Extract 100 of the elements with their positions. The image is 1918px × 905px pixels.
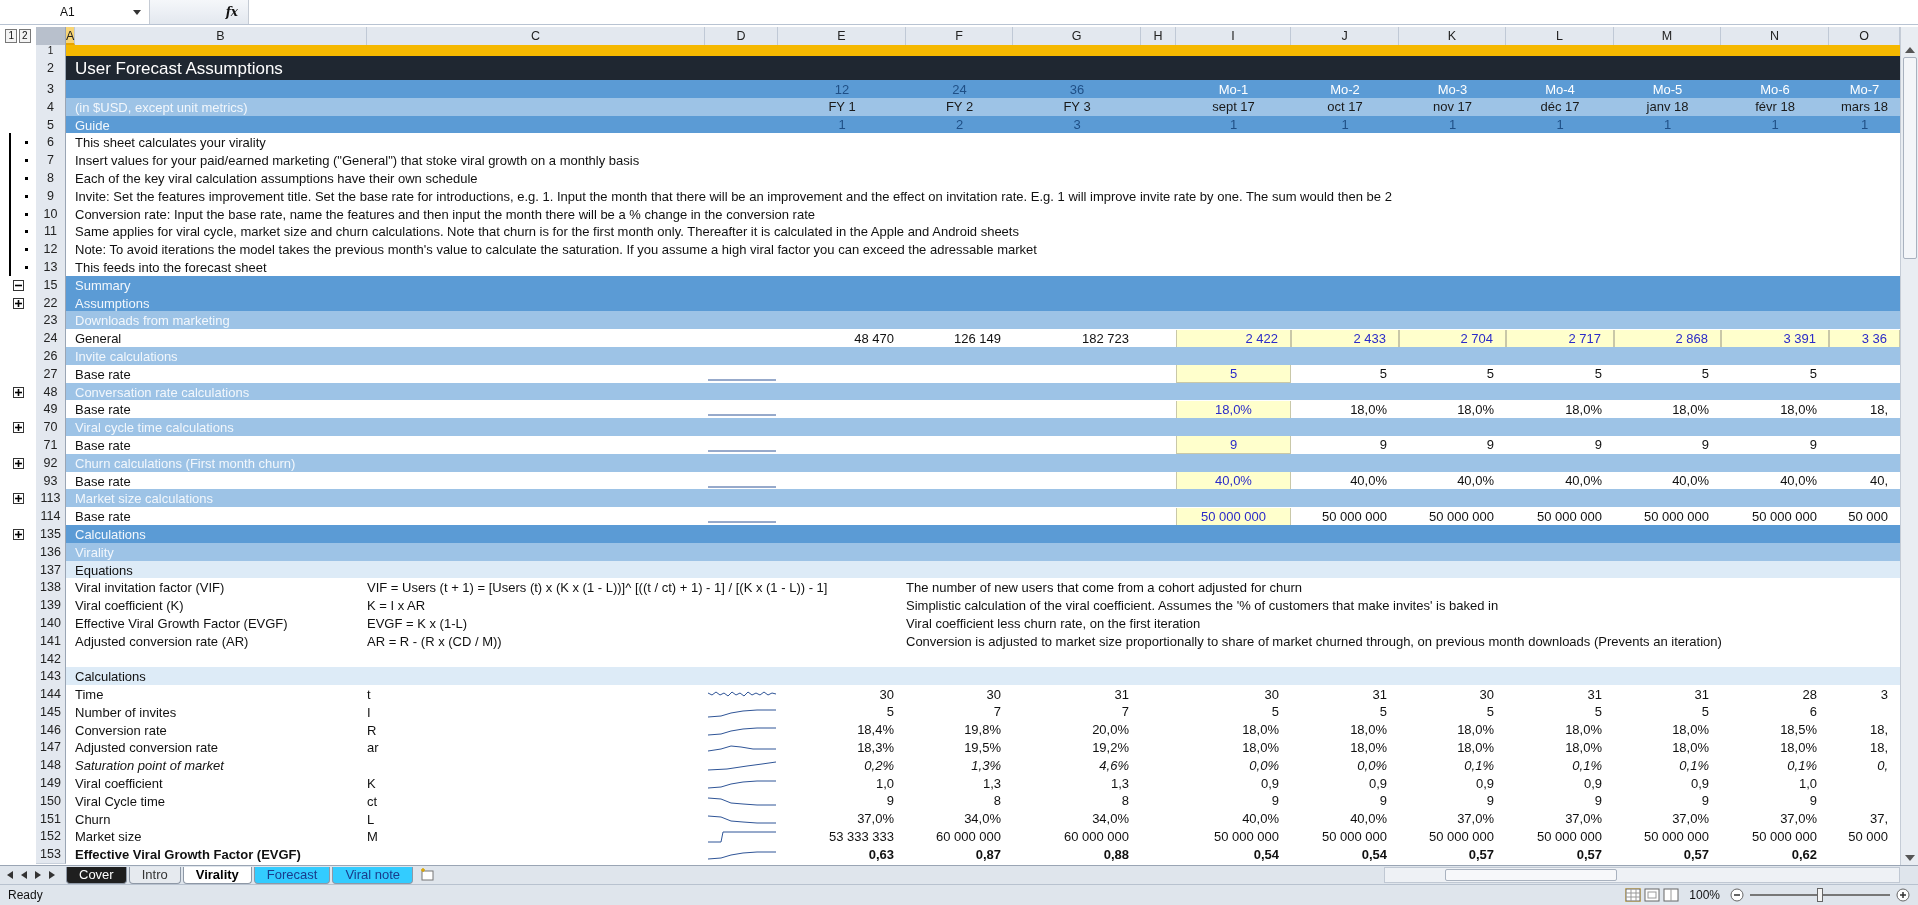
table-cell-text: 19,5% bbox=[963, 739, 1002, 757]
table-cell-text: 7 bbox=[992, 703, 1002, 722]
table-cell-text: 31 bbox=[1586, 685, 1603, 704]
dropdown-caret-icon[interactable] bbox=[133, 9, 141, 15]
table-cell-text: 34,0% bbox=[1091, 810, 1130, 829]
table-cell-text: 40,0% bbox=[1349, 472, 1388, 491]
table-cell-text: 1 bbox=[1859, 116, 1870, 135]
section-title: Virality bbox=[75, 544, 115, 560]
expand-button[interactable] bbox=[12, 528, 24, 540]
table-cell-text: 30 bbox=[878, 685, 895, 704]
table-cell-text: 18,0% bbox=[1671, 721, 1710, 740]
expand-button[interactable] bbox=[12, 422, 24, 434]
table-cell-text: 18,0% bbox=[1456, 739, 1495, 757]
sheet-tab[interactable]: Forecast bbox=[253, 866, 331, 884]
table-cell-text: 30 bbox=[1263, 685, 1280, 704]
expand-button[interactable] bbox=[12, 457, 24, 469]
table-cell-text: 60 000 000 bbox=[934, 827, 1002, 846]
table-cell-text: 50 000 000 bbox=[1750, 827, 1818, 846]
section-title: Summary bbox=[75, 277, 132, 293]
row-label: Viral coefficient bbox=[75, 776, 164, 792]
row-label: Market size bbox=[75, 829, 143, 845]
row-label: Base rate bbox=[75, 402, 132, 418]
table-cell-text: 0,9 bbox=[1582, 774, 1603, 793]
table-cell-text: 1 bbox=[1770, 116, 1780, 135]
insert-function-button[interactable]: fx bbox=[223, 5, 240, 19]
table-cell-text: 0,88 bbox=[1102, 845, 1130, 864]
outline-level-button[interactable]: 1 bbox=[5, 29, 17, 43]
outline-level-button[interactable]: 2 bbox=[19, 29, 31, 43]
table-cell-text: 7 bbox=[1120, 703, 1130, 722]
table-cell-text: 50 000 000 bbox=[1642, 827, 1710, 846]
expand-button[interactable] bbox=[12, 386, 24, 398]
scrollbar-thumb[interactable] bbox=[1902, 57, 1917, 259]
table-cell-text: 0,57 bbox=[1467, 845, 1495, 864]
row-number[interactable]: 153 bbox=[36, 845, 66, 865]
collapse-button[interactable] bbox=[12, 279, 24, 291]
table-cell-text: 18,3% bbox=[856, 739, 895, 757]
table-cell-text: 5 bbox=[1270, 703, 1280, 722]
table-cell-text: 0,1% bbox=[1786, 756, 1818, 775]
sheet-tab[interactable]: Virality bbox=[182, 866, 252, 884]
note-text: Viral coefficient less churn rate, on the first iteration bbox=[906, 615, 1202, 631]
row-label: Base rate bbox=[75, 473, 132, 489]
slider-thumb[interactable] bbox=[1817, 888, 1823, 902]
table-cell-text: Mo-1 bbox=[1217, 80, 1250, 99]
guide-text: Note: To avoid iterations the model takes the previous month's value to calculate the saturation. If you assume a high viral factor you can exceed the adressable market bbox=[75, 242, 1038, 258]
section-title: Equations bbox=[75, 562, 134, 578]
table-cell-text: 36 bbox=[1068, 80, 1086, 99]
expand-button[interactable] bbox=[12, 297, 24, 309]
row-number[interactable]: 2 bbox=[36, 56, 66, 81]
symbol-text: ar bbox=[367, 740, 380, 756]
table-cell-text: 5 bbox=[1593, 703, 1603, 722]
table-cell-text: 50 000 000 bbox=[1212, 827, 1280, 846]
table-cell-text: 31 bbox=[1693, 685, 1710, 704]
table-cell-text: 50 000 000 bbox=[1427, 827, 1495, 846]
sheet-tab[interactable]: Intro bbox=[128, 866, 181, 884]
sparkline bbox=[706, 758, 777, 774]
table-cell-text: 5 bbox=[1485, 703, 1495, 722]
normal-view-icon[interactable] bbox=[1625, 888, 1642, 902]
table-cell-text: 37, bbox=[1868, 810, 1889, 829]
table-cell-text: 9 bbox=[1270, 792, 1280, 811]
horizontal-scrollbar[interactable] bbox=[1384, 867, 1900, 883]
table-cell-text: 0,1% bbox=[1571, 756, 1603, 775]
sparkline bbox=[706, 449, 777, 452]
row-label: Conversion rate bbox=[75, 722, 168, 738]
zoom-out-icon[interactable] bbox=[1730, 888, 1744, 902]
row-label: Adjusted conversion rate (AR) bbox=[75, 633, 250, 649]
vertical-scrollbar[interactable] bbox=[1900, 27, 1918, 865]
table-cell-text: 3 bbox=[1072, 116, 1082, 135]
table-cell: 3 36 bbox=[1829, 329, 1900, 348]
table-cell-text: Mo-6 bbox=[1759, 80, 1791, 99]
table-cell-text: 37,0% bbox=[1564, 810, 1603, 829]
symbol-text: ct bbox=[367, 793, 379, 809]
formula-text: K = I x AR bbox=[367, 598, 427, 614]
row-label: Effective Viral Growth Factor (EVGF) bbox=[75, 847, 302, 863]
scroll-up-icon[interactable] bbox=[1904, 47, 1915, 53]
table-cell-text: 0,63 bbox=[867, 845, 895, 864]
row-number[interactable]: 1 bbox=[36, 45, 66, 57]
row-label: Saturation point of market bbox=[75, 758, 226, 774]
table-cell-text: 50 000 000 bbox=[1535, 507, 1603, 526]
table-cell-text: 9 bbox=[1485, 436, 1495, 455]
sheet-tab[interactable]: Viral note bbox=[332, 866, 414, 884]
plus-icon bbox=[13, 458, 23, 468]
table-cell: 3 391 bbox=[1721, 329, 1829, 348]
section-title: Churn calculations (First month churn) bbox=[75, 455, 297, 471]
section-title: Invite calculations bbox=[75, 348, 179, 364]
table-cell-text: 40,0% bbox=[1456, 472, 1495, 491]
table-cell-text: 5 bbox=[1378, 703, 1388, 722]
zoom-in-icon[interactable] bbox=[1896, 888, 1910, 902]
table-cell-text: 18,4% bbox=[856, 721, 895, 740]
expand-button[interactable] bbox=[12, 493, 24, 505]
table-cell: 2 717 bbox=[1506, 329, 1614, 348]
table-cell: 9 bbox=[1176, 436, 1291, 455]
table-cell-text: 18,0% bbox=[1564, 739, 1603, 757]
scroll-down-icon[interactable] bbox=[1904, 855, 1915, 861]
section-title: Calculations bbox=[75, 669, 147, 685]
zoom-level[interactable]: 100% bbox=[1689, 888, 1720, 902]
table-cell-text: 0,1% bbox=[1463, 756, 1495, 775]
table-cell-text: 50 000 bbox=[1847, 827, 1889, 846]
sheet-tab[interactable]: Cover bbox=[66, 866, 127, 884]
table-cell-text: 0,57 bbox=[1682, 845, 1710, 864]
table-cell-text: 0,57 bbox=[1575, 845, 1603, 864]
